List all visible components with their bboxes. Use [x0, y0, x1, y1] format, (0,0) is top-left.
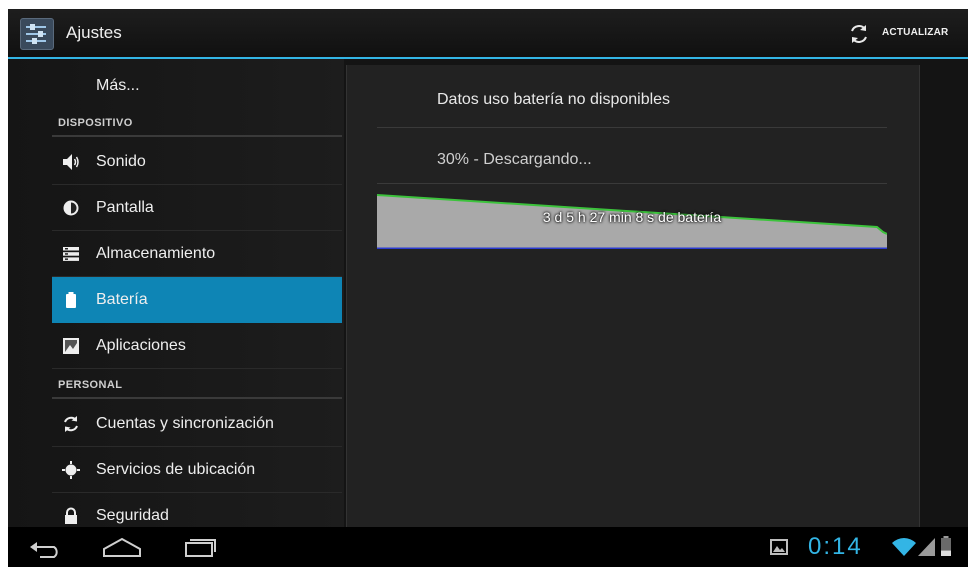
sidebar-item-display[interactable]: Pantalla — [52, 185, 342, 231]
page-title: Ajustes — [66, 23, 122, 42]
content-divider — [377, 127, 887, 128]
refresh-icon — [851, 25, 867, 43]
battery-icon — [66, 292, 76, 308]
signal-icon — [918, 538, 935, 556]
sync-icon — [64, 416, 78, 432]
sidebar-item-apps[interactable]: Aplicaciones — [52, 323, 342, 369]
sidebar-item-label: Aplicaciones — [96, 337, 186, 354]
clock: 0:14 — [808, 533, 863, 560]
recent-apps-icon[interactable] — [178, 535, 218, 559]
sidebar-item-label: Servicios de ubicación — [96, 461, 256, 478]
apps-icon — [63, 338, 79, 354]
usage-unavailable-text: Datos uso batería no disponibles — [437, 91, 671, 108]
sidebar-item-label: Batería — [96, 291, 148, 308]
battery-detail-panel: Datos uso batería no disponibles 30% - D… — [346, 65, 920, 527]
sidebar-item-battery[interactable]: Batería — [52, 277, 342, 323]
sidebar-item-label: Almacenamiento — [96, 245, 216, 262]
home-icon[interactable] — [100, 535, 144, 559]
back-icon[interactable] — [26, 535, 66, 559]
gallery-notification-icon[interactable] — [770, 539, 788, 555]
lock-icon — [65, 507, 77, 524]
storage-icon — [63, 247, 79, 261]
sidebar-item-accounts-sync[interactable]: Cuentas y sincronización — [52, 401, 342, 447]
settings-sidebar: Más... DISPOSITIVO Sonido Pantalla Almac… — [8, 59, 344, 527]
battery-status-icon — [941, 536, 951, 556]
section-divider — [52, 397, 342, 399]
section-header-personal: PERSONAL — [58, 379, 123, 391]
sidebar-item-sound[interactable]: Sonido — [52, 139, 342, 185]
content-divider — [377, 183, 887, 184]
sidebar-item-label: Pantalla — [96, 199, 154, 216]
navigation-bar: 0:14 — [8, 527, 968, 567]
location-icon — [62, 461, 80, 479]
battery-time-label: 3 d 5 h 27 min 8 s de batería — [542, 209, 722, 225]
wifi-icon — [892, 538, 916, 556]
battery-level-fill — [941, 550, 951, 556]
battery-status-text: 30% - Descargando... — [437, 151, 592, 168]
refresh-label: ACTUALIZAR — [882, 27, 949, 38]
speaker-icon — [63, 154, 79, 170]
refresh-button[interactable]: ACTUALIZAR — [848, 17, 960, 49]
sidebar-item-storage[interactable]: Almacenamiento — [52, 231, 342, 277]
sidebar-item-label: Sonido — [96, 153, 146, 170]
action-bar: Ajustes ACTUALIZAR — [8, 9, 968, 59]
settings-app-icon[interactable] — [20, 18, 54, 50]
brightness-icon — [63, 200, 79, 216]
section-divider — [52, 135, 342, 137]
android-screen: Ajustes ACTUALIZAR Más... DISPOSITIVO So… — [8, 9, 968, 567]
sidebar-item-more[interactable]: Más... — [96, 77, 140, 95]
section-header-device: DISPOSITIVO — [58, 117, 133, 129]
sidebar-item-label: Seguridad — [96, 507, 169, 524]
battery-history-graph[interactable]: 3 d 5 h 27 min 8 s de batería — [376, 185, 888, 251]
sidebar-item-label: Cuentas y sincronización — [96, 415, 274, 432]
sidebar-item-location[interactable]: Servicios de ubicación — [52, 447, 342, 493]
